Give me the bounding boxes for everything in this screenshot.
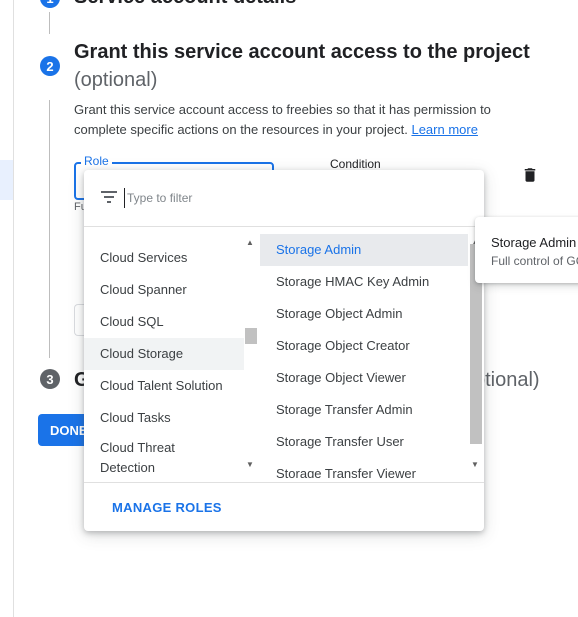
category-item[interactable]: Cloud Services: [84, 248, 244, 268]
dropdown-footer-divider: [84, 482, 484, 483]
category-item[interactable]: Cloud Tasks: [84, 408, 244, 428]
step3-number: 3: [40, 369, 60, 389]
left-rail-active-item[interactable]: [0, 160, 13, 200]
left-rail: [0, 0, 14, 617]
step2-optional-label: (optional): [74, 69, 158, 91]
category-list: Cloud Services Cloud Spanner Cloud SQL C…: [84, 232, 244, 478]
role-item[interactable]: Storage Transfer Admin: [260, 394, 468, 426]
category-scroll-down-icon[interactable]: ▼: [245, 460, 255, 469]
manage-roles-button[interactable]: MANAGE ROLES: [112, 500, 222, 515]
category-scrollbar-thumb[interactable]: [245, 328, 257, 344]
step1-connector: [49, 12, 50, 34]
category-item[interactable]: Cloud SQL: [84, 312, 244, 332]
learn-more-link[interactable]: Learn more: [411, 122, 477, 137]
step2-number: 2: [40, 56, 60, 76]
role-item[interactable]: Storage Object Admin: [260, 298, 468, 330]
filter-row: [84, 170, 484, 227]
role-item[interactable]: Storage Object Viewer: [260, 362, 468, 394]
condition-label: Condition: [330, 157, 381, 171]
role-field-label: Role: [81, 154, 112, 168]
tooltip-description: Full control of GC: [491, 254, 578, 268]
role-description-tooltip: Storage Admin Full control of GC: [475, 217, 578, 283]
delete-icon[interactable]: [521, 166, 539, 184]
category-item[interactable]: Cloud Spanner: [84, 280, 244, 300]
role-item[interactable]: Storage Transfer Viewer: [260, 458, 468, 478]
role-list: Storage Admin Storage HMAC Key Admin Sto…: [260, 232, 468, 478]
step2-title: Grant this service account access to the…: [74, 41, 530, 63]
role-picker-dropdown: Cloud Services Cloud Spanner Cloud SQL C…: [84, 170, 484, 531]
category-item[interactable]: Cloud Threat Detection: [84, 438, 204, 478]
step2-description: Grant this service account access to fre…: [74, 100, 514, 140]
category-scroll-up-icon[interactable]: ▲: [245, 238, 255, 247]
category-item-selected[interactable]: Cloud Storage: [84, 338, 244, 370]
roles-scroll-down-icon[interactable]: ▼: [470, 460, 480, 469]
filter-input[interactable]: [124, 188, 427, 208]
category-item[interactable]: Cloud Talent Solution: [84, 376, 244, 396]
step2-connector: [49, 100, 50, 358]
role-item[interactable]: Storage Transfer User: [260, 426, 468, 458]
tooltip-title: Storage Admin: [491, 235, 577, 250]
role-item[interactable]: Storage HMAC Key Admin: [260, 266, 468, 298]
role-item[interactable]: Storage Object Creator: [260, 330, 468, 362]
role-item-selected[interactable]: Storage Admin: [260, 234, 468, 266]
step1-number: 1: [40, 0, 60, 8]
filter-icon: [101, 191, 117, 203]
step1-title: Service account details: [74, 0, 296, 9]
